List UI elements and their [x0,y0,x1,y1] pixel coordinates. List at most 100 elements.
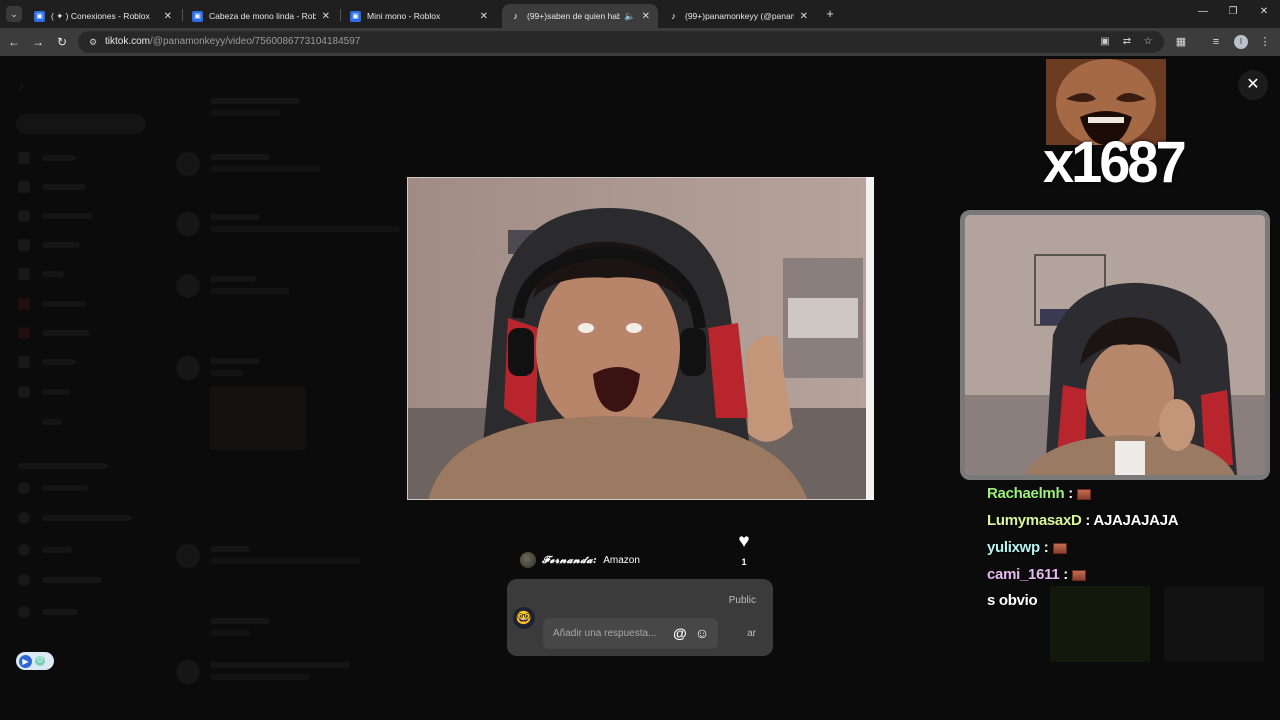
webcam-overlay [960,210,1270,480]
webcam-frame [965,215,1265,475]
tab-search-chevron-icon[interactable]: ⌄ [6,6,22,22]
power-icon[interactable]: ⏻ [35,656,45,666]
reply-input[interactable] [553,626,665,640]
comment-image-dimmed [210,386,306,450]
sidebar-section-dimmed [18,460,128,472]
window-close-icon[interactable]: ✕ [1257,6,1271,17]
meme-counter-text: x1687 [1043,128,1187,195]
chat-username: Rachaelmh [987,485,1065,502]
tab-roblox-mini-mono[interactable]: ▣ Mini mono - Roblox ✕ [342,4,496,28]
tiktok-icon: ♪ [513,11,518,21]
browser-toolbar: ← → ↻ ⚙ tiktok.com/@panamonkeyy/video/75… [0,28,1280,56]
video-thumbnail-dimmed [1164,586,1264,662]
reply-comment: 𝓕𝓮𝓻𝓷𝓪𝓷𝓭𝓪: Amazon [520,552,640,568]
sidebar-item-dimmed [18,327,128,339]
sidebar-item-dimmed [18,298,128,310]
main-video-player[interactable] [407,177,874,500]
play-icon[interactable]: ▶ [19,654,32,668]
tab-title: Cabeza de mono linda - Roblox [209,11,316,21]
chat-username: LumymasaxD [987,512,1082,529]
close-tab-icon[interactable]: ✕ [322,11,330,22]
chat-message: Rachaelmh : [987,485,1091,502]
mention-at-icon[interactable]: @ [671,624,689,642]
tab-title: (99+)panamonkeyy (@panamo [685,11,794,21]
sidebar-item-dimmed [18,356,128,368]
reply-author-name[interactable]: 𝓕𝓮𝓻𝓷𝓪𝓷𝓭𝓪: [542,555,597,566]
reply-composer: Public 🤓 @ ☺ ar [507,579,773,656]
speaker-icon[interactable]: 🔈 [624,11,635,22]
sidebar-account-dimmed [18,544,128,556]
sidebar-item-dimmed [18,181,128,193]
chat-separator: : [1059,566,1068,583]
tab-title: Mini mono - Roblox [367,11,441,21]
chat-username: yulixwp [987,539,1040,556]
cast-icon[interactable]: ▣ [1099,36,1111,48]
reply-message: Amazon [603,554,640,566]
chat-username: cami_1611 [987,566,1060,583]
roblox-icon: ▣ [350,10,361,22]
chat-message: s obvio [987,592,1038,609]
extensions-puzzle-icon[interactable]: ▦ [1173,34,1189,50]
close-icon[interactable]: ✕ [1238,70,1268,100]
sidebar-account-dimmed [18,512,132,524]
chat-message: yulixwp : [987,539,1067,556]
visibility-label[interactable]: Public [729,595,756,606]
tab-strip: ⌄ ▣ ( ✦ ) Conexiones - Roblox ✕ ▣ Cabeza… [0,0,1280,28]
roblox-icon: ▣ [34,10,45,22]
tab-tiktok-profile[interactable]: ♪ (99+)panamonkeyy (@panamo ✕ [660,4,816,28]
reload-icon[interactable]: ↻ [54,34,70,50]
sidebar-item-dimmed [18,239,128,251]
avatar[interactable] [520,552,536,568]
profile-avatar[interactable]: I [1234,35,1248,49]
bookmark-star-icon[interactable]: ☆ [1142,36,1154,48]
sidebar-account-dimmed [18,574,128,586]
roblox-icon: ▣ [192,10,203,22]
sidebar-account-dimmed [18,482,128,494]
tab-divider [182,9,183,21]
sidebar-item-dimmed [18,386,128,398]
chat-text: AJAJAJAJA [1090,512,1179,529]
extension-widget[interactable]: ▶ ⏻ [16,652,54,670]
translate-icon[interactable]: ⇄ [1121,36,1133,48]
chat-text: s obvio [987,592,1038,609]
reply-input-container[interactable]: @ ☺ [543,618,718,649]
tab-title: ( ✦ ) Conexiones - Roblox [51,10,150,21]
tiktok-logo: ♪ [18,78,25,93]
like-count: 1 [741,557,747,567]
chat-message: LumymasaxD : AJAJAJAJA [987,512,1179,529]
tab-title: (99+)saben de quien hablo [527,11,621,21]
forward-arrow-icon[interactable]: → [30,34,46,50]
tab-roblox-conexiones[interactable]: ▣ ( ✦ ) Conexiones - Roblox ✕ [26,4,180,28]
heart-icon[interactable]: ♥ [734,532,754,552]
menu-kebab-icon[interactable]: ⋮ [1257,34,1273,50]
tab-roblox-cabeza[interactable]: ▣ Cabeza de mono linda - Roblox ✕ [184,4,338,28]
close-tab-icon[interactable]: ✕ [164,11,172,22]
send-button[interactable]: ar [747,628,756,639]
url-host: tiktok.com [105,36,151,47]
emoji-smile-icon[interactable]: ☺ [693,624,711,642]
user-avatar: 🤓 [513,607,535,629]
close-tab-icon[interactable]: ✕ [800,11,808,22]
back-arrow-icon[interactable]: ← [6,34,22,50]
video-thumbnail-dimmed [1050,586,1150,662]
restore-icon[interactable]: ❐ [1226,6,1240,17]
close-tab-icon[interactable]: ✕ [480,11,488,22]
emote-icon [1052,542,1067,554]
new-tab-plus-icon[interactable]: + [822,6,838,22]
tiktok-icon: ♪ [671,11,676,21]
search-box-dimmed [16,114,146,134]
video-scrollbar[interactable] [866,177,874,500]
site-info-icon[interactable]: ⚙ [87,36,99,48]
chat-separator: : [1039,539,1049,556]
emote-icon [1071,569,1086,581]
tab-tiktok-active[interactable]: ♪ (99+)saben de quien hablo 🔈 ✕ [502,4,658,28]
emote-icon [1076,488,1091,500]
tab-divider [340,9,341,21]
minimize-icon[interactable]: — [1196,6,1210,17]
sidebar-item-dimmed [18,416,128,428]
sidebar-item-dimmed [18,210,128,222]
reading-list-icon[interactable]: ≡ [1208,34,1224,50]
chat-message: cami_1611 : [987,566,1086,583]
address-bar[interactable]: ⚙ tiktok.com/@panamonkeyy/video/75600867… [78,31,1164,53]
close-tab-icon[interactable]: ✕ [642,11,650,22]
